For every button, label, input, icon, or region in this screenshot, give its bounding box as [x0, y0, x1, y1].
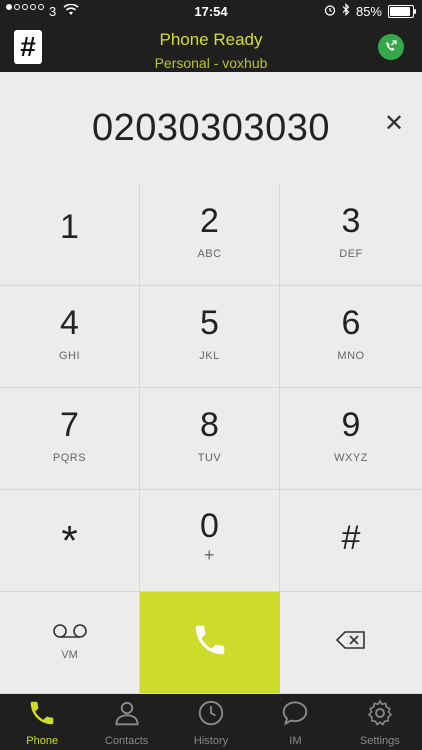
account-subtitle[interactable]: Personal - voxhub — [0, 55, 422, 71]
tab-history[interactable]: History — [169, 694, 253, 750]
key-letters: GHI — [58, 349, 81, 362]
key-letters: TUV — [197, 451, 222, 464]
key-letters: JKL — [199, 349, 220, 362]
clear-number-button[interactable]: ✕ — [384, 112, 404, 136]
key-hash[interactable]: # — [280, 490, 422, 592]
key-star[interactable]: * — [0, 490, 140, 592]
status-bar: 3 17:54 85% — [0, 0, 422, 22]
phone-status-button[interactable] — [378, 34, 404, 60]
tab-label: IM — [289, 734, 302, 747]
top-header: 3 17:54 85% # Phone Ready Personal - vox… — [0, 0, 422, 72]
battery-fill — [390, 6, 411, 16]
key-digit: 5 — [200, 303, 219, 342]
key-digit: 4 — [60, 303, 79, 342]
key-digit: 2 — [200, 201, 219, 240]
key-digit: 3 — [341, 201, 361, 240]
key-3[interactable]: 3 DEF — [280, 184, 422, 286]
phone-arrows-icon — [386, 40, 397, 51]
bottom-tab-bar: Phone Contacts History IM Settings — [0, 694, 422, 750]
phone-app: 3 17:54 85% # Phone Ready Personal - vox… — [0, 0, 422, 750]
key-digit: 7 — [60, 405, 79, 444]
key-digit: 9 — [341, 405, 361, 444]
phone-icon — [191, 621, 229, 664]
key-0[interactable]: 0 + — [140, 490, 280, 592]
page-title: Phone Ready — [159, 30, 263, 49]
key-digit: 1 — [60, 207, 79, 246]
tab-im[interactable]: IM — [253, 694, 337, 750]
key-digit: # — [341, 518, 361, 557]
key-letters: PQRS — [52, 451, 87, 464]
number-display: 02030303030 ✕ — [0, 72, 422, 185]
key-letters: WXYZ — [334, 451, 368, 464]
contacts-icon — [112, 698, 142, 731]
alarm-icon — [324, 4, 336, 19]
key-1[interactable]: 1 — [0, 184, 140, 286]
key-7[interactable]: 7 PQRS — [0, 388, 140, 490]
key-9[interactable]: 9 WXYZ — [280, 388, 422, 490]
voicemail-label: VM — [61, 649, 78, 661]
gear-icon — [365, 698, 395, 731]
key-digit: * — [61, 516, 78, 564]
tab-label: Phone — [26, 734, 59, 747]
key-5[interactable]: 5 JKL — [140, 286, 280, 388]
key-digit: 0 — [200, 507, 219, 545]
key-digit: 8 — [200, 405, 219, 444]
key-4[interactable]: 4 GHI — [0, 286, 140, 388]
chat-icon — [280, 698, 310, 731]
key-2[interactable]: 2 ABC — [140, 184, 280, 286]
tab-phone[interactable]: Phone — [0, 694, 84, 750]
bluetooth-icon — [342, 3, 350, 19]
key-letters: ABC — [197, 247, 222, 260]
tab-label: History — [193, 734, 229, 747]
backspace-button[interactable] — [280, 592, 422, 694]
key-6[interactable]: 6 MNO — [280, 286, 422, 388]
battery-percent: 85% — [355, 3, 382, 19]
tab-label: Settings — [359, 734, 400, 747]
tab-settings[interactable]: Settings — [338, 694, 422, 750]
voicemail-icon — [52, 624, 87, 643]
dial-keypad: 1 2 ABC 3 DEF 4 GHI 5 JKL 6 MNO 7 PQRS 8… — [0, 184, 422, 694]
key-letters: + — [203, 545, 215, 565]
tab-label: Contacts — [104, 734, 149, 747]
key-letters: MNO — [337, 349, 365, 362]
call-button[interactable] — [140, 592, 280, 694]
backspace-icon — [335, 631, 366, 654]
key-letters: DEF — [339, 247, 363, 260]
tab-contacts[interactable]: Contacts — [84, 694, 168, 750]
key-8[interactable]: 8 TUV — [140, 388, 280, 490]
voicemail-button[interactable]: VM — [0, 592, 140, 694]
key-digit: 6 — [341, 303, 361, 342]
status-right: 85% — [324, 3, 416, 19]
battery-icon — [388, 4, 416, 18]
phone-icon — [27, 698, 57, 731]
history-icon — [196, 698, 226, 731]
dialed-number: 02030303030 — [92, 106, 330, 149]
